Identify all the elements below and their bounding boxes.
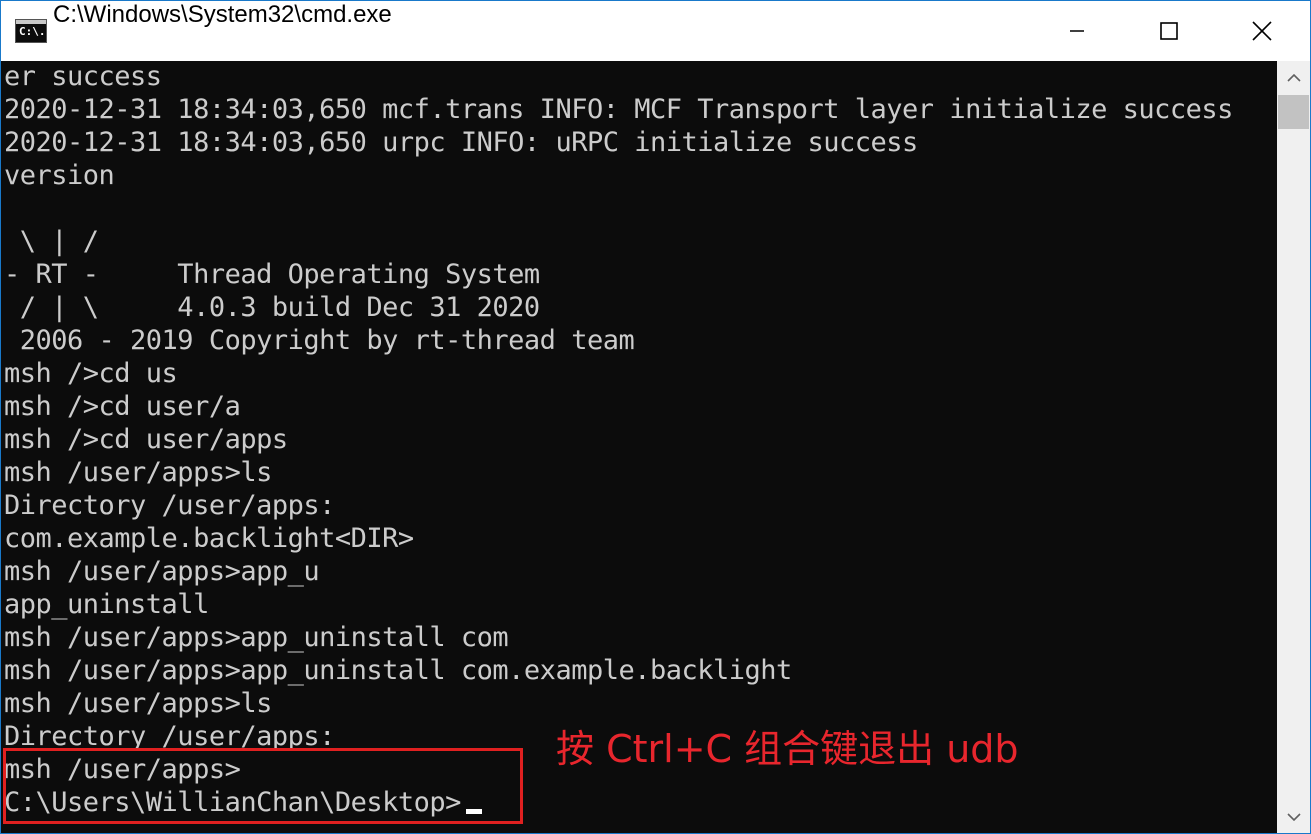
console-line: Directory /user/apps: <box>4 490 335 521</box>
console-line: 2020-12-31 18:34:03,650 urpc INFO: uRPC … <box>4 127 918 158</box>
console-line: / | \ 4.0.3 build Dec 31 2020 <box>4 292 540 323</box>
console-line: 2020-12-31 18:34:03,650 mcf.trans INFO: … <box>4 94 1233 125</box>
cmd-app-icon[interactable]: C:\. <box>15 19 47 43</box>
console-line: msh />cd user/apps <box>4 424 288 455</box>
console-line: - RT - Thread Operating System <box>4 259 540 290</box>
title-bar[interactable]: C:\. C:\Windows\System32\cmd.exe <box>1 1 1310 61</box>
chevron-down-icon <box>1286 812 1301 821</box>
console-line: msh /user/apps>app_uninstall com <box>4 622 509 653</box>
close-icon <box>1252 21 1272 41</box>
maximize-button[interactable] <box>1123 1 1215 61</box>
console-line: 2006 - 2019 Copyright by rt-thread team <box>4 325 635 356</box>
console-line: msh /user/apps>ls <box>4 688 272 719</box>
annotation-highlight-box <box>3 748 523 824</box>
console-line: msh />cd us <box>4 358 178 389</box>
console-line: er success <box>4 61 162 92</box>
scroll-thumb[interactable] <box>1278 95 1309 129</box>
chevron-up-icon <box>1286 73 1301 82</box>
scroll-up-button[interactable] <box>1277 61 1310 94</box>
vertical-scrollbar[interactable] <box>1277 61 1310 833</box>
window-title: C:\Windows\System32\cmd.exe <box>53 1 392 28</box>
console-line: msh /user/apps>ls <box>4 457 272 488</box>
console-line: version <box>4 160 115 191</box>
cmd-icon-label: C:\. <box>19 25 46 38</box>
minimize-icon <box>1070 30 1084 32</box>
console-line: msh />cd user/a <box>4 391 241 422</box>
maximize-icon <box>1160 22 1178 40</box>
console-lines: er success 2020-12-31 18:34:03,650 mcf.tr… <box>4 61 1233 820</box>
minimize-button[interactable] <box>1031 1 1123 61</box>
annotation-text: 按 Ctrl+C 组合键退出 udb <box>556 727 1019 771</box>
console-line: msh /user/apps>app_u <box>4 556 320 587</box>
close-button[interactable] <box>1216 1 1308 61</box>
scroll-down-button[interactable] <box>1277 800 1310 833</box>
console-line: com.example.backlight<DIR> <box>4 523 414 554</box>
cmd-window: C:\. C:\Windows\System32\cmd.exe er succ… <box>0 0 1311 834</box>
console-line: \ | / <box>4 226 99 257</box>
console-line: msh /user/apps>app_uninstall com.example… <box>4 655 792 686</box>
console-line: app_uninstall <box>4 589 209 620</box>
